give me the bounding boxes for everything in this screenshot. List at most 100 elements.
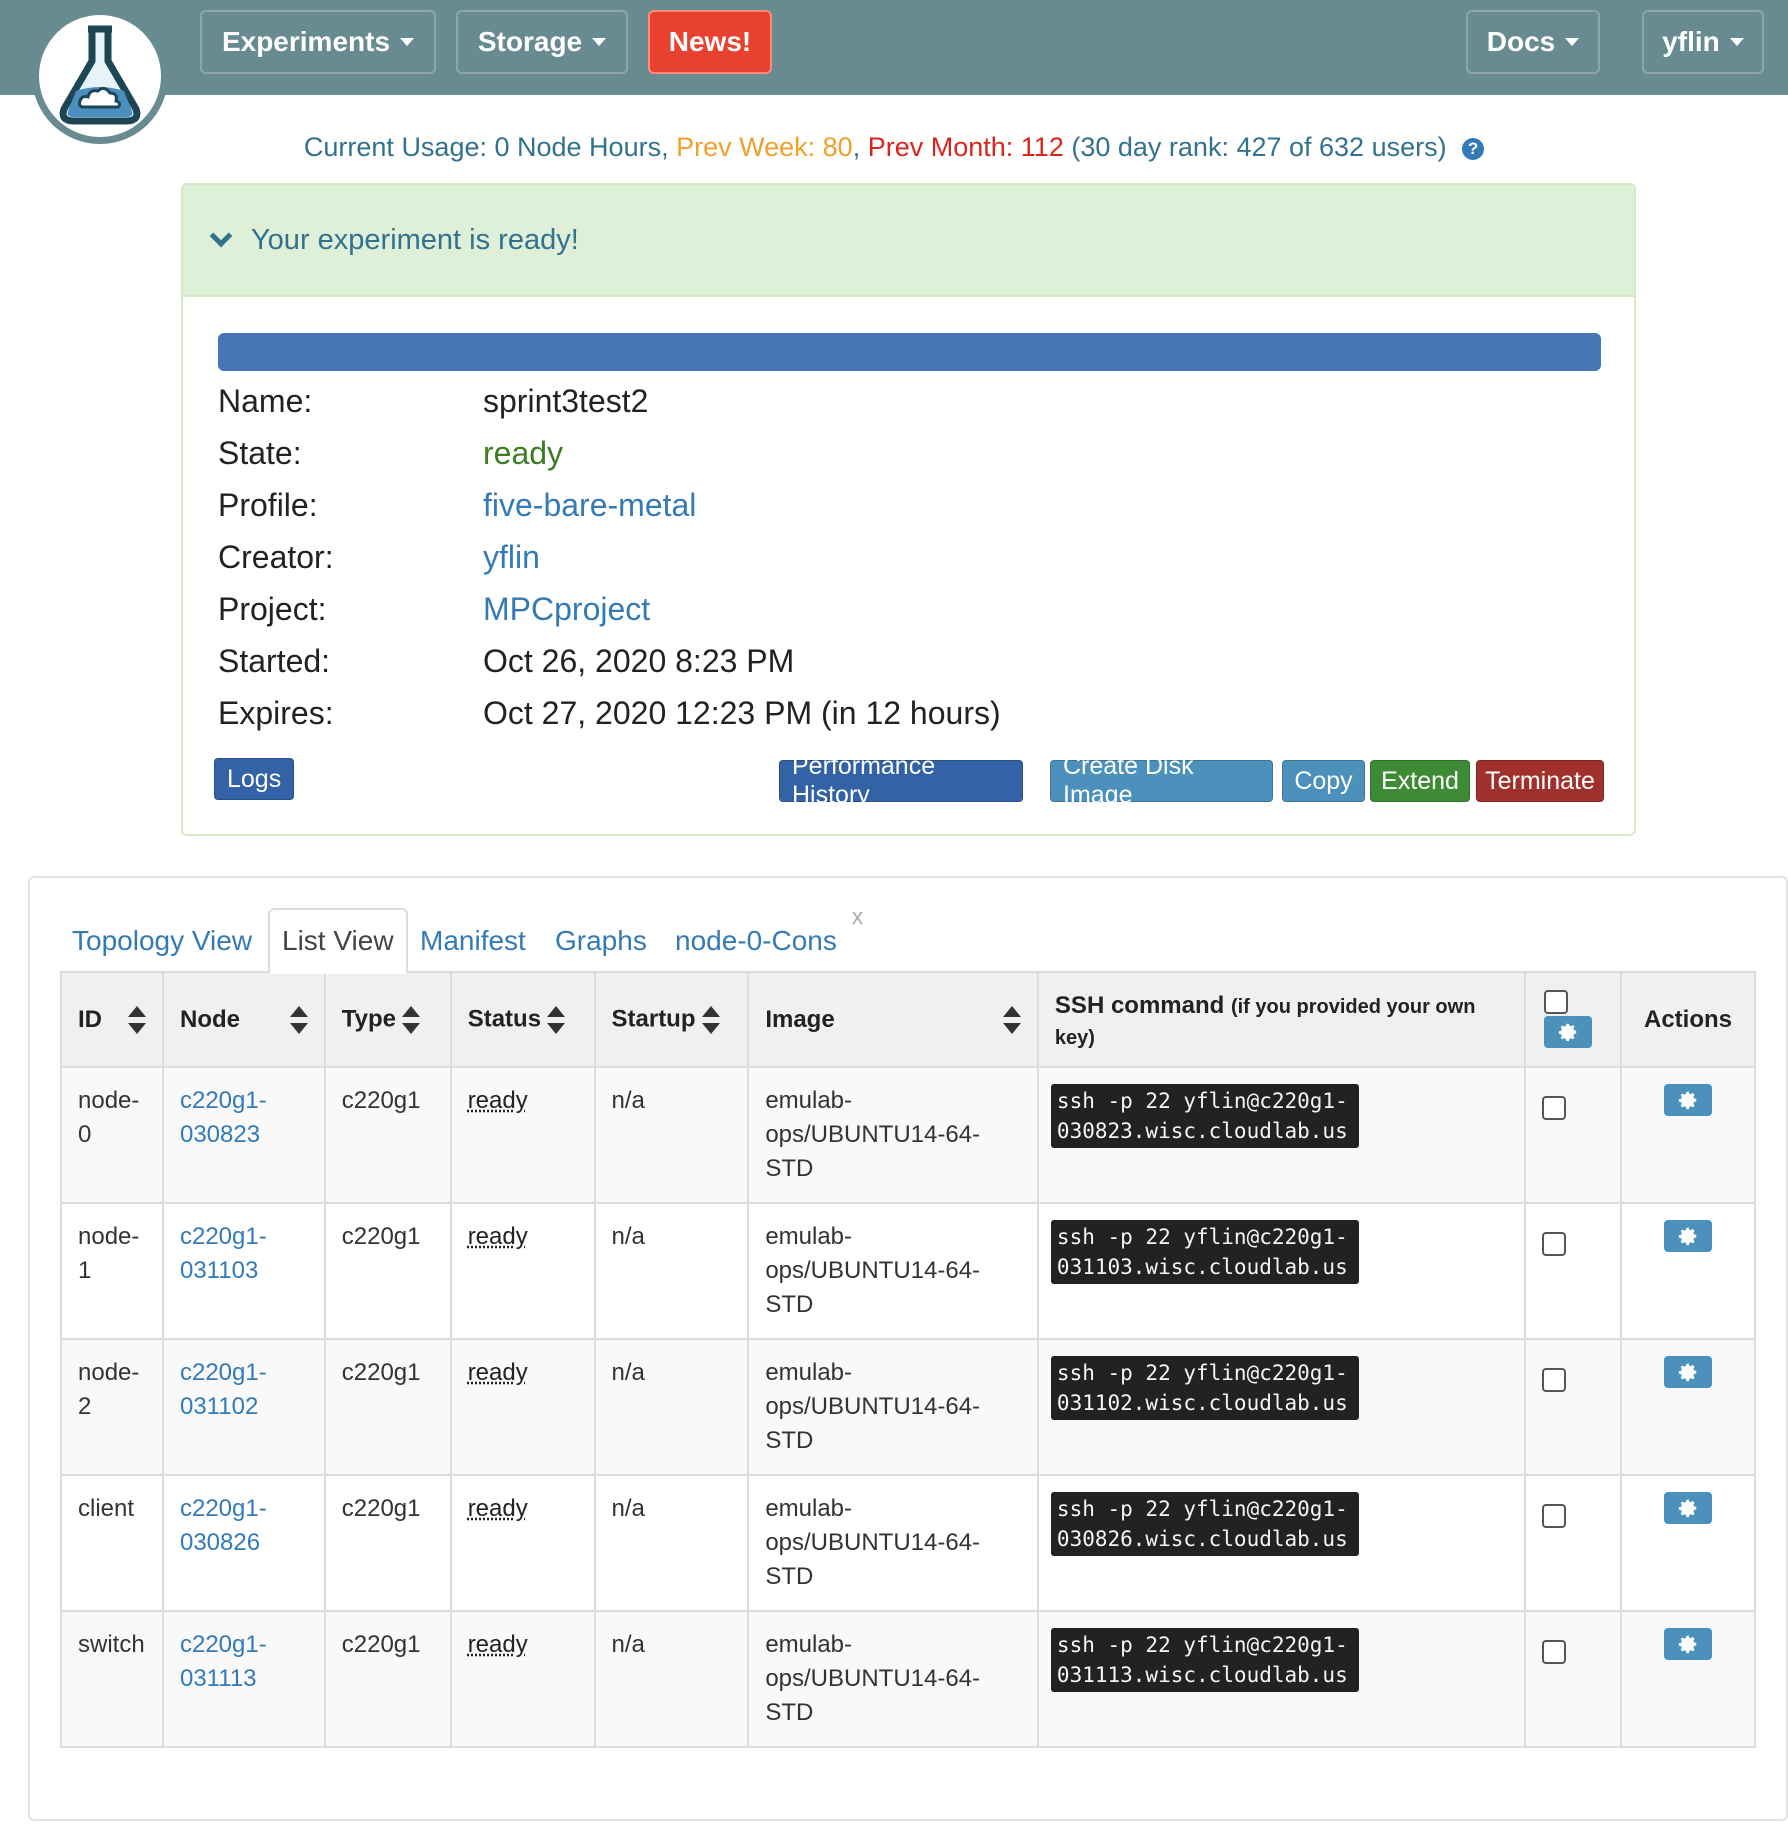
info-row-started: Started: Oct 26, 2020 8:23 PM: [218, 635, 1001, 687]
tab-graphs[interactable]: Graphs: [555, 908, 647, 974]
row-select-checkbox[interactable]: [1542, 1504, 1567, 1528]
node-link[interactable]: c220g1-030823: [180, 1087, 267, 1148]
sort-icon[interactable]: [289, 1004, 308, 1036]
node-actions-button[interactable]: [1664, 1492, 1712, 1524]
ssh-command[interactable]: ssh -p 22 yflin@c220g1-031113.wisc.cloud…: [1050, 1628, 1359, 1692]
terminate-button[interactable]: Terminate: [1476, 760, 1604, 802]
node-status[interactable]: ready: [468, 1087, 528, 1114]
tab-topology-view[interactable]: Topology View: [72, 908, 252, 974]
node-header-label: Node: [179, 1005, 240, 1033]
column-header-startup[interactable]: Startup: [593, 971, 750, 1068]
column-header-id[interactable]: ID: [60, 971, 164, 1068]
profile-link[interactable]: five-bare-metal: [483, 487, 696, 524]
cloudlab-logo[interactable]: [32, 8, 168, 144]
node-image: emulab-ops/UBUNTU14-64-STD: [747, 1474, 1039, 1612]
node-image: emulab-ops/UBUNTU14-64-STD: [747, 1610, 1039, 1748]
node-startup: n/a: [593, 1610, 750, 1748]
column-header-node[interactable]: Node: [161, 971, 326, 1068]
gear-icon: [1678, 1091, 1697, 1110]
node-link[interactable]: c220g1-030826: [180, 1495, 267, 1556]
creator-label: Creator:: [218, 538, 334, 575]
tab-node-0-console[interactable]: node-0-Cons: [675, 908, 837, 974]
tab-manifest[interactable]: Manifest: [420, 908, 526, 974]
node-id: switch: [60, 1610, 164, 1748]
id-header-label: ID: [78, 1005, 102, 1033]
tab-list-view[interactable]: List View: [268, 908, 408, 974]
experiments-menu-button[interactable]: Experiments: [200, 10, 436, 74]
project-link[interactable]: MPCproject: [483, 591, 650, 628]
create-disk-image-button[interactable]: Create Disk Image: [1050, 752, 1273, 809]
node-list-table: ID Node Type Status Startup Image SSH co…: [60, 971, 1756, 1748]
expires-value: Oct 27, 2020 12:23 PM (in 12 hours): [483, 694, 1001, 731]
row-select-cell: [1524, 1066, 1622, 1204]
row-select-checkbox[interactable]: [1542, 1232, 1567, 1256]
column-header-ssh: SSH command (if you provided your own ke…: [1036, 971, 1527, 1068]
logs-button[interactable]: Logs: [214, 758, 295, 800]
column-header-image[interactable]: Image: [747, 971, 1039, 1068]
docs-label: Docs: [1486, 26, 1556, 57]
row-select-cell: [1524, 1474, 1622, 1612]
info-row-expires: Expires: Oct 27, 2020 12:23 PM (in 12 ho…: [218, 687, 1001, 739]
performance-history-button[interactable]: Performance History: [779, 752, 1023, 809]
node-actions-button[interactable]: [1664, 1628, 1712, 1660]
extend-button[interactable]: Extend: [1370, 760, 1470, 802]
top-navbar: Experiments Storage News! Docs yflin: [0, 0, 1788, 95]
node-link[interactable]: c220g1-031103: [180, 1223, 267, 1284]
startup-header-label: Startup: [611, 1004, 696, 1032]
panel-heading[interactable]: Your experiment is ready!: [183, 185, 1634, 297]
caret-down-icon: [1565, 38, 1580, 46]
state-label: State:: [218, 434, 302, 471]
node-link[interactable]: c220g1-031102: [180, 1359, 267, 1420]
creator-link[interactable]: yflin: [483, 539, 540, 576]
user-menu-button[interactable]: yflin: [1642, 10, 1764, 74]
close-icon[interactable]: x: [852, 904, 863, 930]
news-button[interactable]: News!: [648, 10, 772, 74]
gear-icon: [1678, 1227, 1697, 1246]
node-status[interactable]: ready: [468, 1631, 528, 1658]
gear-icon: [1558, 1023, 1577, 1041]
ssh-command-cell: ssh -p 22 yflin@c220g1-031102.wisc.cloud…: [1036, 1338, 1527, 1476]
node-status[interactable]: ready: [468, 1359, 528, 1386]
copy-button[interactable]: Copy: [1282, 760, 1365, 802]
row-select-checkbox[interactable]: [1542, 1368, 1567, 1392]
info-row-name: Name: sprint3test2: [218, 375, 1001, 427]
state-value: ready: [483, 434, 564, 471]
ssh-command[interactable]: ssh -p 22 yflin@c220g1-030826.wisc.cloud…: [1050, 1492, 1359, 1556]
node-actions-button[interactable]: [1664, 1356, 1712, 1388]
sort-icon[interactable]: [127, 1004, 146, 1036]
storage-menu-button[interactable]: Storage: [456, 10, 628, 74]
info-row-creator: Creator: yflin: [218, 531, 1001, 583]
row-select-checkbox[interactable]: [1542, 1096, 1567, 1120]
table-row: node-0 c220g1-030823 c220g1 ready n/a em…: [60, 1066, 1756, 1204]
sort-icon[interactable]: [701, 1004, 720, 1036]
node-actions-button[interactable]: [1664, 1220, 1712, 1252]
sort-icon[interactable]: [547, 1004, 566, 1036]
row-actions-cell: [1620, 1066, 1756, 1204]
node-status[interactable]: ready: [468, 1495, 528, 1522]
select-all-checkbox[interactable]: [1544, 989, 1569, 1014]
help-icon[interactable]: ?: [1462, 138, 1485, 160]
name-label: Name:: [218, 382, 313, 419]
row-actions-cell: [1620, 1474, 1756, 1612]
ssh-command[interactable]: ssh -p 22 yflin@c220g1-031103.wisc.cloud…: [1050, 1220, 1359, 1284]
sort-icon[interactable]: [1002, 1004, 1021, 1036]
node-link[interactable]: c220g1-031113: [180, 1631, 267, 1692]
node-status-cell: ready: [449, 1338, 596, 1476]
usage-separator: ,: [852, 132, 861, 162]
node-name-cell: c220g1-030823: [161, 1066, 326, 1204]
column-header-status[interactable]: Status: [449, 971, 596, 1068]
node-status-cell: ready: [449, 1202, 596, 1340]
type-header-label: Type: [341, 1004, 396, 1032]
node-actions-button[interactable]: [1664, 1084, 1712, 1116]
node-status[interactable]: ready: [468, 1223, 528, 1250]
sort-icon[interactable]: [402, 1004, 420, 1036]
chevron-down-icon[interactable]: [209, 224, 233, 248]
node-id: node-1: [60, 1202, 164, 1340]
experiment-progress-bar: [218, 333, 1601, 371]
ssh-command[interactable]: ssh -p 22 yflin@c220g1-031102.wisc.cloud…: [1050, 1356, 1359, 1420]
row-select-checkbox[interactable]: [1542, 1640, 1567, 1664]
column-header-type[interactable]: Type: [323, 971, 452, 1068]
ssh-command[interactable]: ssh -p 22 yflin@c220g1-030823.wisc.cloud…: [1050, 1084, 1359, 1148]
docs-menu-button[interactable]: Docs: [1466, 10, 1600, 74]
bulk-actions-button[interactable]: [1544, 1015, 1593, 1048]
